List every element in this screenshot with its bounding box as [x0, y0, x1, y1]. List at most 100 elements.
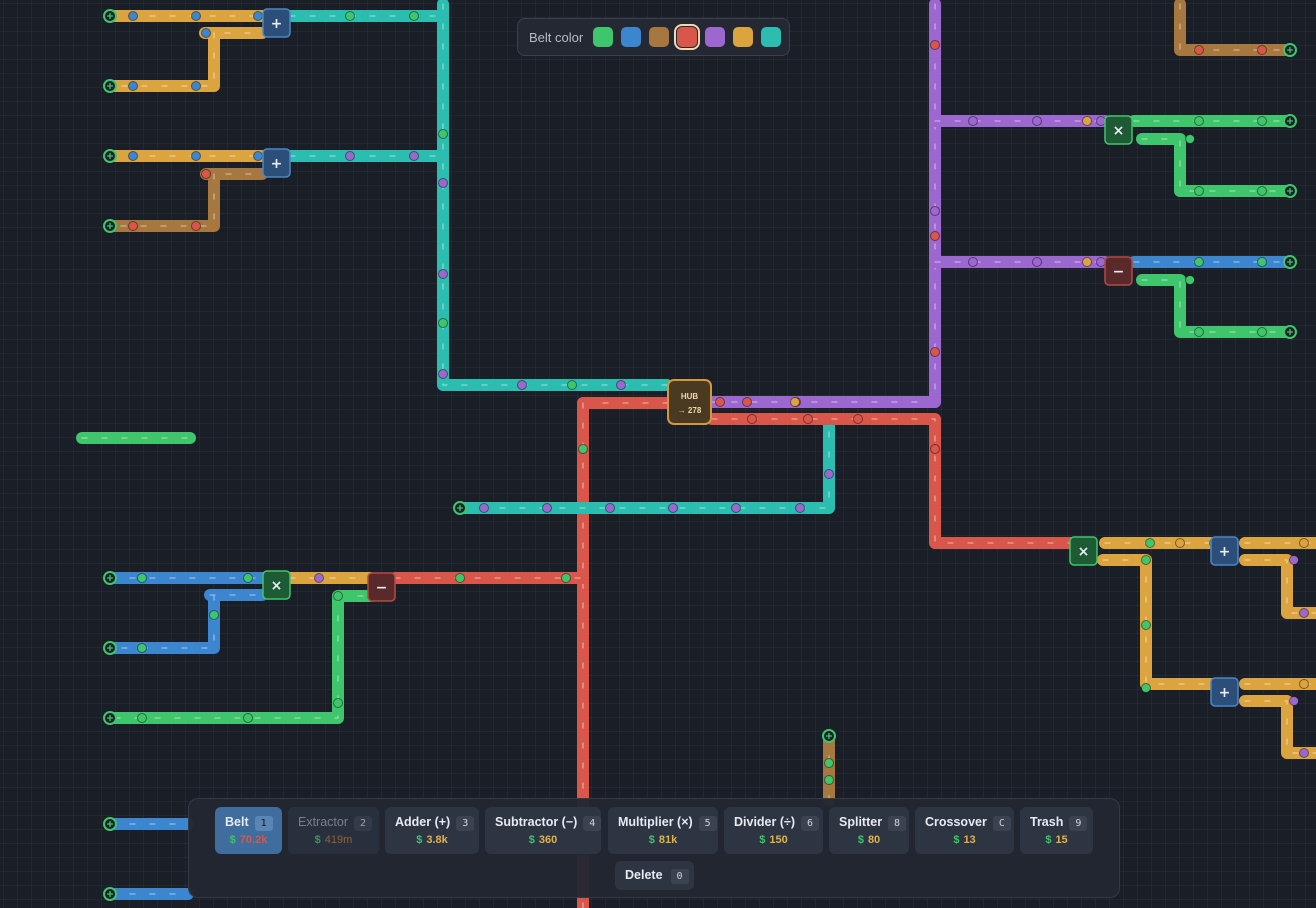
item-token [930, 347, 940, 357]
item-token [409, 151, 419, 161]
item-token [1096, 116, 1106, 126]
hub[interactable]: HUB → 278 [667, 379, 712, 425]
key-hint: 4 [583, 816, 602, 831]
swatch-blue[interactable] [621, 27, 642, 47]
belt-color-palette: Belt color [517, 18, 790, 56]
belt-teal [437, 0, 673, 391]
item-token [455, 573, 465, 583]
item-token [715, 397, 725, 407]
multiplier-symbol: × [1078, 544, 1090, 560]
item-token [1299, 608, 1309, 618]
tool-cost: $80 [857, 834, 881, 846]
key-hint: 1 [254, 816, 273, 831]
hub-label: HUB [680, 392, 699, 401]
key-hint: 6 [801, 816, 820, 831]
item-token [1175, 538, 1185, 548]
item-token [1141, 620, 1151, 630]
item-token [243, 713, 253, 723]
item-token [191, 81, 201, 91]
swatch-brown[interactable] [649, 27, 670, 47]
swatch-green[interactable] [593, 27, 614, 47]
tool-adder[interactable]: Adder (+) 3 $3.8k [385, 807, 479, 854]
item-token [1257, 327, 1267, 337]
item-token [438, 269, 448, 279]
item-token [438, 129, 448, 139]
tool-crossover[interactable]: Crossover C $13 [915, 807, 1014, 854]
belt-green [104, 590, 344, 724]
item-token [201, 28, 211, 38]
tool-cost: $419m [314, 834, 353, 846]
tool-subtractor[interactable]: Subtractor (−) 4 $360 [485, 807, 602, 854]
item-token [517, 380, 527, 390]
belt-arrows [1244, 700, 1316, 754]
swatch-purple[interactable] [705, 27, 726, 47]
factory-board[interactable]: + + × − × − × + + HUB → 278 Belt color Belt 1 $70… [0, 0, 1316, 908]
item-token [1289, 555, 1299, 565]
delete-button[interactable]: Delete 0 [615, 861, 694, 890]
tool-splitter[interactable]: Splitter 8 $80 [829, 807, 909, 854]
tool-multiplier[interactable]: Multiplier (×) 5 $81k [608, 807, 718, 854]
adder-symbol: + [271, 16, 283, 32]
item-token [1032, 257, 1042, 267]
belt-green [1136, 133, 1296, 197]
item-token [1096, 257, 1106, 267]
belt-yellow [1239, 695, 1316, 759]
tool-cost: $3.8k [416, 834, 448, 846]
item-token [345, 151, 355, 161]
belt-blue [104, 589, 268, 654]
adder-symbol: + [1219, 544, 1231, 560]
item-token [1194, 186, 1204, 196]
item-token [561, 573, 571, 583]
tool-cost: $15 [1045, 834, 1068, 846]
item-token [930, 444, 940, 454]
tool-belt[interactable]: Belt 1 $70.2k [215, 807, 282, 854]
build-toolbar: Belt 1 $70.2k Extractor 2 $419m Adder (+) 3… [188, 798, 1120, 898]
item-token [542, 503, 552, 513]
item-token [191, 11, 201, 21]
item-token [128, 81, 138, 91]
swatch-teal[interactable] [761, 27, 781, 47]
item-token [1194, 45, 1204, 55]
swatch-yellow[interactable] [733, 27, 754, 47]
key-hint: 8 [888, 816, 907, 831]
item-token [1299, 679, 1309, 689]
belt-arrows [109, 32, 263, 87]
item-token [1299, 538, 1309, 548]
item-token [479, 503, 489, 513]
item-token [345, 11, 355, 21]
item-token [930, 231, 940, 241]
tool-cost: $360 [528, 834, 558, 846]
key-hint: C [992, 816, 1011, 831]
adder-symbol: + [1219, 685, 1231, 701]
item-token [333, 698, 343, 708]
tool-cost: $13 [953, 834, 976, 846]
key-hint: 2 [354, 816, 373, 831]
key-hint: 5 [698, 816, 717, 831]
item-token [1185, 134, 1195, 144]
item-token [930, 40, 940, 50]
tool-trash[interactable]: Trash 9 $15 [1020, 807, 1093, 854]
tool-cost: $81k [648, 834, 678, 846]
item-token [1032, 116, 1042, 126]
item-token [731, 503, 741, 513]
belt-network[interactable]: + + × − × − × + + [0, 0, 1316, 908]
item-token [191, 151, 201, 161]
belt-arrows [109, 173, 215, 227]
item-token [968, 257, 978, 267]
belt-red [706, 413, 1086, 549]
item-token [1082, 257, 1092, 267]
key-hint: 9 [1069, 816, 1088, 831]
item-token [128, 151, 138, 161]
belt-arrows [459, 419, 830, 509]
item-token [1257, 257, 1267, 267]
tool-extractor[interactable]: Extractor 2 $419m [288, 807, 379, 854]
tool-divider[interactable]: Divider (÷) 6 $150 [724, 807, 823, 854]
belt-color-label: Belt color [529, 29, 584, 45]
belt-arrows [1141, 138, 1291, 192]
multiplier-symbol: × [1113, 123, 1125, 139]
item-token [567, 380, 577, 390]
belt-arrows [109, 594, 263, 649]
machine-layer: + + × − × − × + + [262, 8, 1239, 707]
belt-arrows [1141, 279, 1291, 333]
swatch-red[interactable] [674, 24, 701, 50]
